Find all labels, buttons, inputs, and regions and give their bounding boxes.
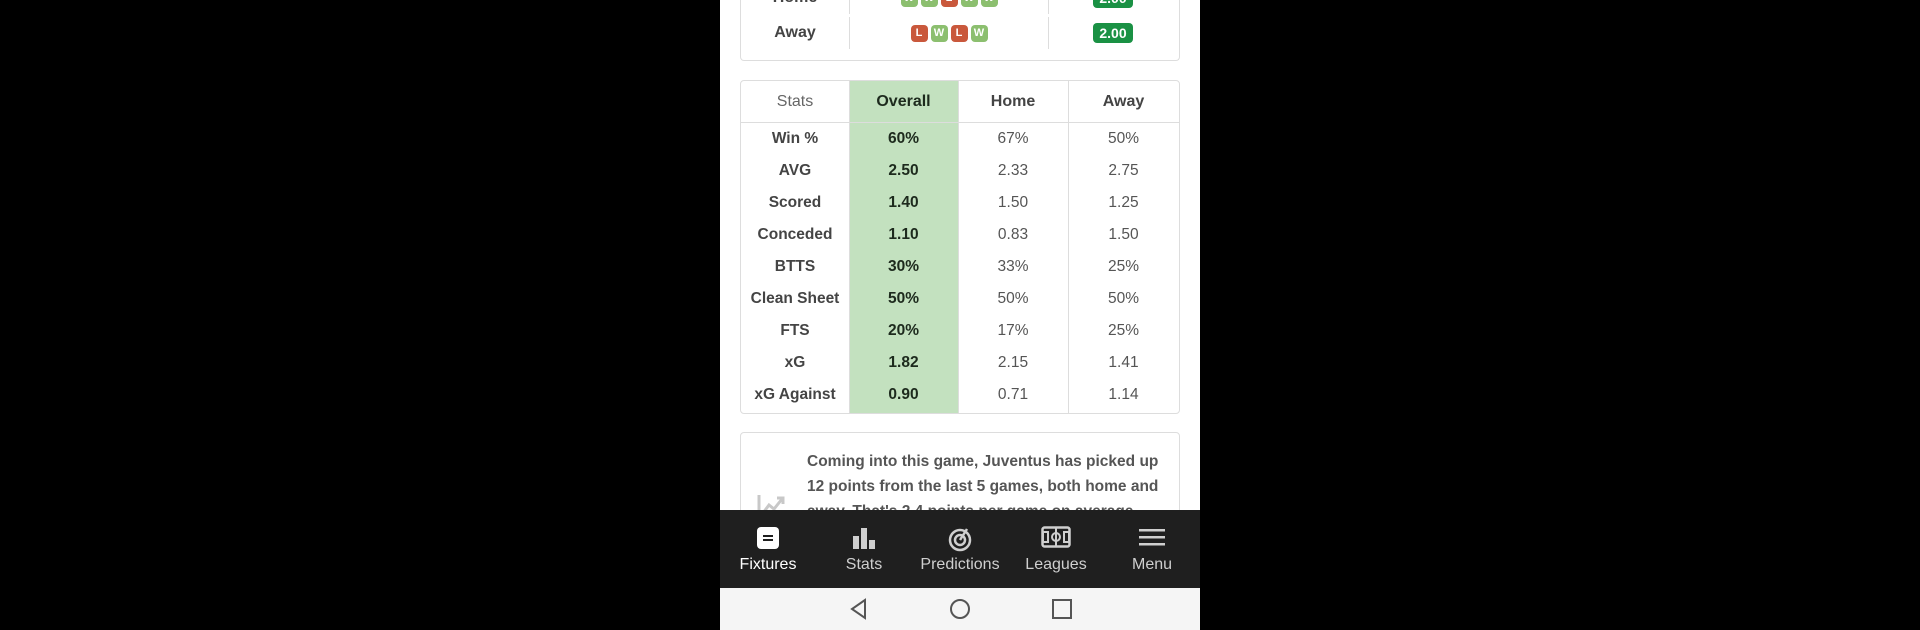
nav-label: Menu	[1131, 556, 1173, 573]
ppg-cell: 2.00	[1047, 17, 1179, 49]
nav-label: Leagues	[1025, 556, 1087, 573]
stat-label: xG	[784, 354, 806, 371]
form-row-label: Away	[774, 24, 816, 41]
nav-label: Fixtures	[739, 556, 797, 573]
target-icon	[947, 526, 973, 557]
result-badge: L	[950, 24, 968, 42]
stat-overall: 60%	[887, 130, 920, 147]
nav-label: Stats	[845, 556, 883, 573]
table-row: FTS 20% 17% 25%	[741, 315, 1179, 347]
recents-square-icon[interactable]	[1051, 598, 1073, 625]
stat-away: 2.75	[1108, 162, 1139, 179]
nav-item-leagues[interactable]: Leagues	[1008, 510, 1104, 588]
form-row-home: Home W W L W W 2.00	[741, 0, 1179, 14]
ppg-pill: 2.00	[1093, 23, 1133, 43]
header-home[interactable]: Home	[958, 81, 1068, 122]
stat-away: 25%	[1107, 258, 1140, 275]
stat-home: 1.50	[997, 194, 1029, 211]
stat-away: 1.14	[1108, 386, 1139, 403]
form-summary-card: Coming into this game, Juventus has pick…	[740, 432, 1180, 510]
bottom-navigation: Fixtures Stats Predictions Leagues Menu	[720, 510, 1200, 588]
result-badge: W	[970, 24, 988, 42]
stat-away: 1.50	[1108, 226, 1139, 243]
trend-chart-icon	[757, 493, 787, 510]
stat-label: BTTS	[774, 258, 816, 275]
stat-label: xG Against	[754, 386, 836, 403]
result-badge: W	[930, 24, 948, 42]
hamburger-icon	[1138, 526, 1166, 553]
table-row: Clean Sheet 50% 50% 50%	[741, 283, 1179, 315]
stat-label: Win %	[771, 130, 819, 147]
table-row: Win % 60% 67% 50%	[741, 123, 1179, 155]
form-row-away: Away L W L W 2.00	[741, 17, 1179, 49]
nav-item-menu[interactable]: Menu	[1104, 510, 1200, 588]
header-away[interactable]: Away	[1068, 81, 1179, 122]
table-row: BTTS 30% 33% 25%	[741, 251, 1179, 283]
stat-away: 1.41	[1108, 354, 1139, 371]
header-stats: Stats	[776, 93, 814, 110]
table-row: AVG 2.50 2.33 2.75	[741, 155, 1179, 187]
stat-home: 0.83	[997, 226, 1029, 243]
stats-table: Stats Overall Home Away Win % 60% 67% 50…	[740, 80, 1180, 414]
stat-home: 2.15	[997, 354, 1029, 371]
result-badge: L	[910, 24, 928, 42]
stat-label: Clean Sheet	[750, 290, 840, 307]
stat-away: 25%	[1107, 322, 1140, 339]
stat-home: 17%	[997, 322, 1029, 339]
stat-home: 67%	[997, 130, 1029, 147]
stat-away: 50%	[1107, 130, 1140, 147]
stat-away: 1.25	[1108, 194, 1139, 211]
nav-label: Predictions	[920, 556, 1000, 573]
header-overall[interactable]: Overall	[849, 81, 958, 122]
scroll-content[interactable]: Home W W L W W 2.00 Away L W L W	[720, 0, 1200, 510]
stat-overall: 2.50	[888, 162, 919, 179]
phone-screen: Home W W L W W 2.00 Away L W L W	[720, 0, 1200, 630]
table-row: xG Against 0.90 0.71 1.14	[741, 379, 1179, 411]
stat-home: 33%	[997, 258, 1029, 275]
pitch-icon	[1041, 526, 1071, 553]
fixtures-icon	[756, 526, 780, 555]
nav-item-predictions[interactable]: Predictions	[912, 510, 1008, 588]
bar-chart-icon	[851, 526, 877, 555]
table-row: xG 1.82 2.15 1.41	[741, 347, 1179, 379]
table-row: Scored 1.40 1.50 1.25	[741, 187, 1179, 219]
back-icon[interactable]	[848, 598, 870, 625]
stat-overall: 1.10	[888, 226, 919, 243]
form-badges: W W L W W	[849, 0, 1049, 14]
result-badge: W	[960, 0, 978, 7]
form-row-label: Home	[741, 0, 849, 14]
summary-text: Coming into this game, Juventus has pick…	[807, 453, 1159, 510]
result-badge: W	[920, 0, 938, 7]
system-navigation-bar	[720, 588, 1200, 630]
home-circle-icon[interactable]	[949, 598, 971, 625]
nav-item-stats[interactable]: Stats	[816, 510, 912, 588]
stat-label: Conceded	[757, 226, 833, 243]
stat-overall: 1.40	[888, 194, 919, 211]
stat-away: 50%	[1107, 290, 1140, 307]
result-badge: L	[940, 0, 958, 7]
nav-item-fixtures[interactable]: Fixtures	[720, 510, 816, 588]
stat-overall: 1.82	[888, 354, 919, 371]
table-row: Conceded 1.10 0.83 1.50	[741, 219, 1179, 251]
stat-home: 2.33	[997, 162, 1029, 179]
stat-home: 50%	[997, 290, 1029, 307]
stat-label: FTS	[780, 322, 810, 339]
stat-home: 0.71	[997, 386, 1029, 403]
ppg-pill: 2.00	[1093, 0, 1133, 8]
stat-overall: 20%	[887, 322, 920, 339]
stat-overall: 50%	[887, 290, 920, 307]
ppg-cell: 2.00	[1047, 0, 1179, 14]
stat-label: AVG	[778, 162, 812, 179]
result-badge: W	[900, 0, 918, 7]
form-table: Home W W L W W 2.00 Away L W L W	[740, 0, 1180, 61]
form-badges: L W L W	[849, 17, 1049, 49]
stat-label: Scored	[768, 194, 822, 211]
stat-overall: 0.90	[888, 386, 919, 403]
stat-overall: 30%	[887, 258, 920, 275]
result-badge: W	[980, 0, 998, 7]
